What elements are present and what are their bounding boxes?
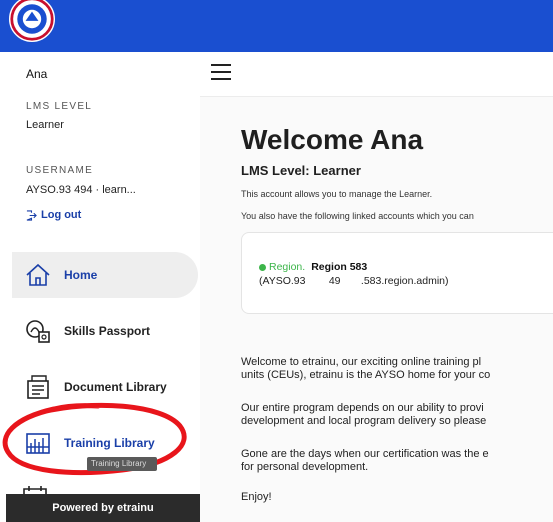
account-name: Region 583: [311, 261, 368, 273]
top-bar: [0, 0, 553, 52]
hamburger-menu-icon[interactable]: [211, 64, 231, 82]
paragraph-enjoy: Enjoy!: [241, 491, 272, 503]
lms-level-label: LMS LEVEL: [26, 101, 93, 112]
tooltip: Training Library: [87, 457, 157, 471]
paragraph-welcome-line1: Welcome to etrainu, our exciting online …: [241, 356, 482, 368]
user-name: Ana: [26, 67, 48, 81]
sidebar-item-document-library[interactable]: Document Library: [12, 364, 198, 410]
main-header: [200, 52, 553, 97]
linked-account-header: Region. Region 583: [259, 261, 367, 273]
training-library-icon: [24, 429, 52, 457]
paragraph-program-line1: Our entire program depends on our abilit…: [241, 402, 484, 414]
lms-level-heading: LMS Level: Learner: [241, 163, 361, 178]
sidebar-item-skills-passport[interactable]: Skills Passport: [12, 308, 198, 354]
status-dot-icon: [259, 263, 266, 271]
lms-level-value: Learner: [26, 119, 64, 131]
account-note: This account allows you to manage the Le…: [241, 189, 433, 199]
linked-accounts-note: You also have the following linked accou…: [241, 211, 474, 221]
logout-icon: [26, 209, 37, 221]
sidebar: Ana LMS LEVEL Learner USERNAME AYSO.93 4…: [6, 52, 201, 522]
powered-by-footer: Powered by etrainu: [6, 494, 200, 522]
account-detail: (AYSO.93 49 .583.region.admin): [259, 275, 449, 287]
username-label: USERNAME: [26, 165, 94, 176]
skills-passport-icon: [24, 317, 52, 345]
sidebar-item-label: Home: [64, 268, 98, 282]
paragraph-certification-line1: Gone are the days when our certification…: [241, 448, 489, 460]
paragraph-certification-line2: for personal development.: [241, 461, 369, 473]
sidebar-item-label: Skills Passport: [64, 324, 151, 338]
paragraph-welcome-line2: units (CEUs), etrainu is the AYSO home f…: [241, 369, 491, 381]
home-icon: [24, 261, 52, 289]
page-title: Welcome Ana: [241, 124, 424, 155]
sidebar-item-home[interactable]: Home: [12, 252, 198, 298]
logout-label: Log out: [41, 209, 82, 221]
logout-link[interactable]: Log out: [26, 209, 81, 221]
document-library-icon: [24, 373, 52, 401]
sidebar-item-label: Document Library: [64, 380, 167, 394]
sidebar-item-label: Training Library: [64, 436, 155, 450]
account-type-label: Region.: [269, 261, 306, 273]
linked-account-card[interactable]: Region. Region 583 (AYSO.93 49 .583.regi…: [241, 232, 553, 314]
paragraph-program-line2: development and local program delivery s…: [241, 415, 487, 427]
username-value: AYSO.93 494 · learn...: [26, 184, 136, 196]
